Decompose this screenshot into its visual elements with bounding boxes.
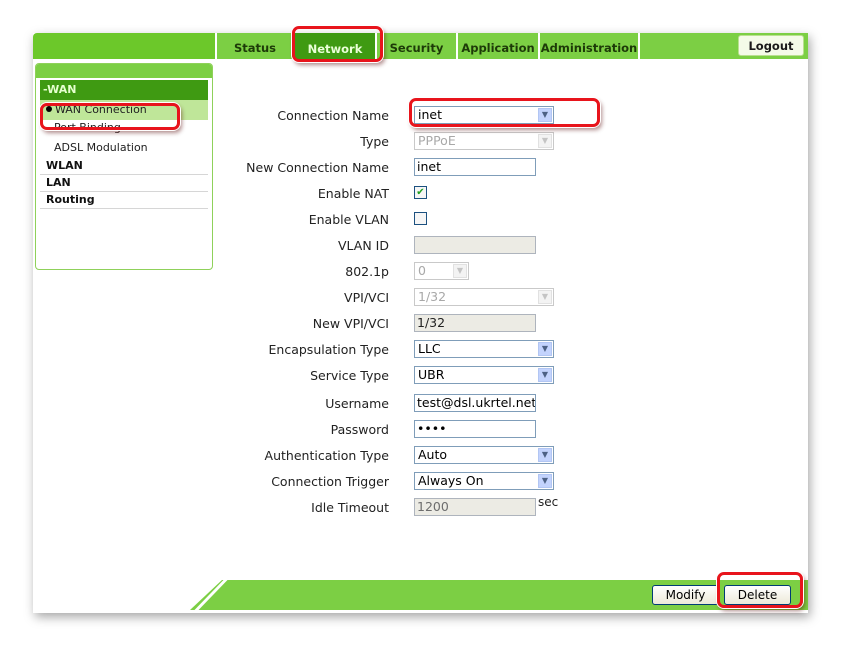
dot1p-value: 0	[418, 263, 426, 278]
vpi-vci-select[interactable]: 1/32 ▼	[414, 288, 554, 306]
dot1p-select[interactable]: 0 ▼	[414, 262, 469, 280]
row-encapsulation-type: Encapsulation Type LLC ▼	[213, 340, 613, 360]
type-select[interactable]: PPPoE ▼	[414, 132, 554, 150]
vlan-id-label: VLAN ID	[338, 238, 389, 253]
top-navigation: Status Network Security Application Admi…	[217, 33, 808, 60]
authentication-type-select[interactable]: Auto ▼	[414, 446, 554, 464]
encapsulation-type-value: LLC	[418, 341, 441, 356]
modify-button[interactable]: Modify	[652, 585, 719, 605]
tab-security-label: Security	[389, 40, 444, 55]
enable-nat-checkbox[interactable]: ✔	[414, 186, 427, 199]
sidebar-item-label: ADSL Modulation	[54, 141, 148, 154]
tab-network-label: Network	[307, 41, 363, 56]
tab-application-label: Application	[461, 40, 535, 55]
password-label: Password	[330, 422, 389, 437]
chevron-down-icon: ▼	[538, 134, 552, 148]
row-vpi-vci: VPI/VCI 1/32 ▼	[213, 288, 613, 308]
sidebar-group-routing[interactable]: Routing	[40, 192, 208, 209]
connection-name-label: Connection Name	[277, 108, 389, 123]
new-connection-name-label: New Connection Name	[246, 160, 389, 175]
row-8021p: 802.1p 0 ▼	[213, 262, 613, 282]
sidebar-item-label: Port Binding	[54, 121, 121, 134]
chevron-down-icon: ▼	[538, 342, 552, 356]
sidebar-cap	[36, 64, 212, 78]
sidebar-group-lan[interactable]: LAN	[40, 175, 208, 192]
sidebar-section-wan[interactable]: -WAN	[40, 80, 208, 100]
chevron-down-icon: ▼	[538, 368, 552, 382]
row-idle-timeout: Idle Timeout 1200 sec	[213, 495, 613, 518]
type-value: PPPoE	[418, 133, 456, 148]
encapsulation-type-select[interactable]: LLC ▼	[414, 340, 554, 358]
checkmark-icon: ✔	[416, 186, 425, 198]
row-type: Type PPPoE ▼	[213, 132, 613, 152]
tab-administration[interactable]: Administration	[540, 33, 638, 59]
row-username: Username test@dsl.ukrtel.net	[213, 394, 613, 414]
row-enable-vlan: Enable VLAN	[213, 210, 613, 230]
sidebar: -WAN WAN Connection Port Binding ADSL Mo…	[35, 63, 213, 270]
dot1p-label: 802.1p	[345, 264, 389, 279]
chevron-down-icon: ▼	[538, 448, 552, 462]
username-label: Username	[325, 396, 389, 411]
row-enable-nat: Enable NAT ✔	[213, 184, 613, 204]
delete-button[interactable]: Delete	[724, 585, 791, 605]
vpi-vci-label: VPI/VCI	[344, 290, 389, 305]
connection-trigger-label: Connection Trigger	[271, 474, 389, 489]
authentication-type-value: Auto	[418, 447, 448, 462]
new-vpi-vci-label: New VPI/VCI	[312, 316, 389, 331]
type-label: Type	[360, 134, 389, 149]
service-type-label: Service Type	[310, 368, 389, 383]
chevron-down-icon: ▼	[538, 290, 552, 304]
tab-security[interactable]: Security	[377, 33, 456, 59]
row-connection-trigger: Connection Trigger Always On ▼	[213, 472, 613, 492]
service-type-value: UBR	[418, 367, 445, 382]
row-password: Password ••••	[213, 420, 613, 440]
sidebar-item-label: WAN Connection	[55, 103, 147, 116]
nav-filler: Logout	[640, 33, 808, 59]
password-input[interactable]: ••••	[414, 420, 536, 438]
tab-administration-label: Administration	[540, 40, 638, 55]
idle-timeout-unit: sec	[538, 495, 559, 509]
enable-vlan-label: Enable VLAN	[308, 212, 389, 227]
tab-application[interactable]: Application	[458, 33, 538, 59]
footer-bar: Modify Delete	[190, 580, 808, 610]
username-input[interactable]: test@dsl.ukrtel.net	[414, 394, 536, 412]
bullet-icon	[46, 106, 52, 112]
row-connection-name: Connection Name inet ▼	[213, 106, 613, 126]
connection-name-value: inet	[418, 107, 442, 122]
sidebar-group-wlan[interactable]: WLAN	[40, 158, 208, 175]
connection-name-select[interactable]: inet ▼	[414, 106, 554, 124]
logout-button[interactable]: Logout	[738, 35, 804, 56]
row-new-connection-name: New Connection Name inet	[213, 158, 613, 178]
connection-trigger-value: Always On	[418, 473, 484, 488]
tab-network[interactable]: Network	[295, 33, 375, 60]
vpi-vci-value: 1/32	[418, 289, 447, 304]
tab-status-label: Status	[233, 40, 277, 55]
sidebar-item-port-binding[interactable]: Port Binding	[40, 120, 208, 138]
tab-status[interactable]: Status	[217, 33, 293, 59]
row-vlan-id: VLAN ID	[213, 236, 613, 256]
sidebar-item-wan-connection[interactable]: WAN Connection	[40, 100, 208, 120]
sidebar-item-adsl-modulation[interactable]: ADSL Modulation	[40, 138, 208, 158]
router-admin-page: Status Network Security Application Admi…	[33, 33, 808, 613]
encapsulation-type-label: Encapsulation Type	[268, 342, 389, 357]
enable-nat-label: Enable NAT	[317, 186, 389, 201]
new-vpi-vci-input[interactable]: 1/32	[414, 314, 536, 332]
service-type-select[interactable]: UBR ▼	[414, 366, 554, 384]
row-authentication-type: Authentication Type Auto ▼	[213, 446, 613, 466]
row-new-vpi-vci: New VPI/VCI 1/32	[213, 314, 613, 334]
chevron-down-icon: ▼	[538, 474, 552, 488]
row-service-type: Service Type UBR ▼	[213, 366, 613, 386]
new-connection-name-input[interactable]: inet	[414, 158, 536, 176]
chevron-down-icon: ▼	[538, 108, 552, 122]
idle-timeout-label: Idle Timeout	[311, 500, 389, 515]
idle-timeout-input[interactable]: 1200	[414, 498, 536, 516]
enable-vlan-checkbox[interactable]	[414, 212, 427, 225]
connection-trigger-select[interactable]: Always On ▼	[414, 472, 554, 490]
header-logo-area	[33, 33, 215, 59]
chevron-down-icon: ▼	[453, 264, 467, 278]
vlan-id-input[interactable]	[414, 236, 536, 254]
authentication-type-label: Authentication Type	[264, 448, 389, 463]
